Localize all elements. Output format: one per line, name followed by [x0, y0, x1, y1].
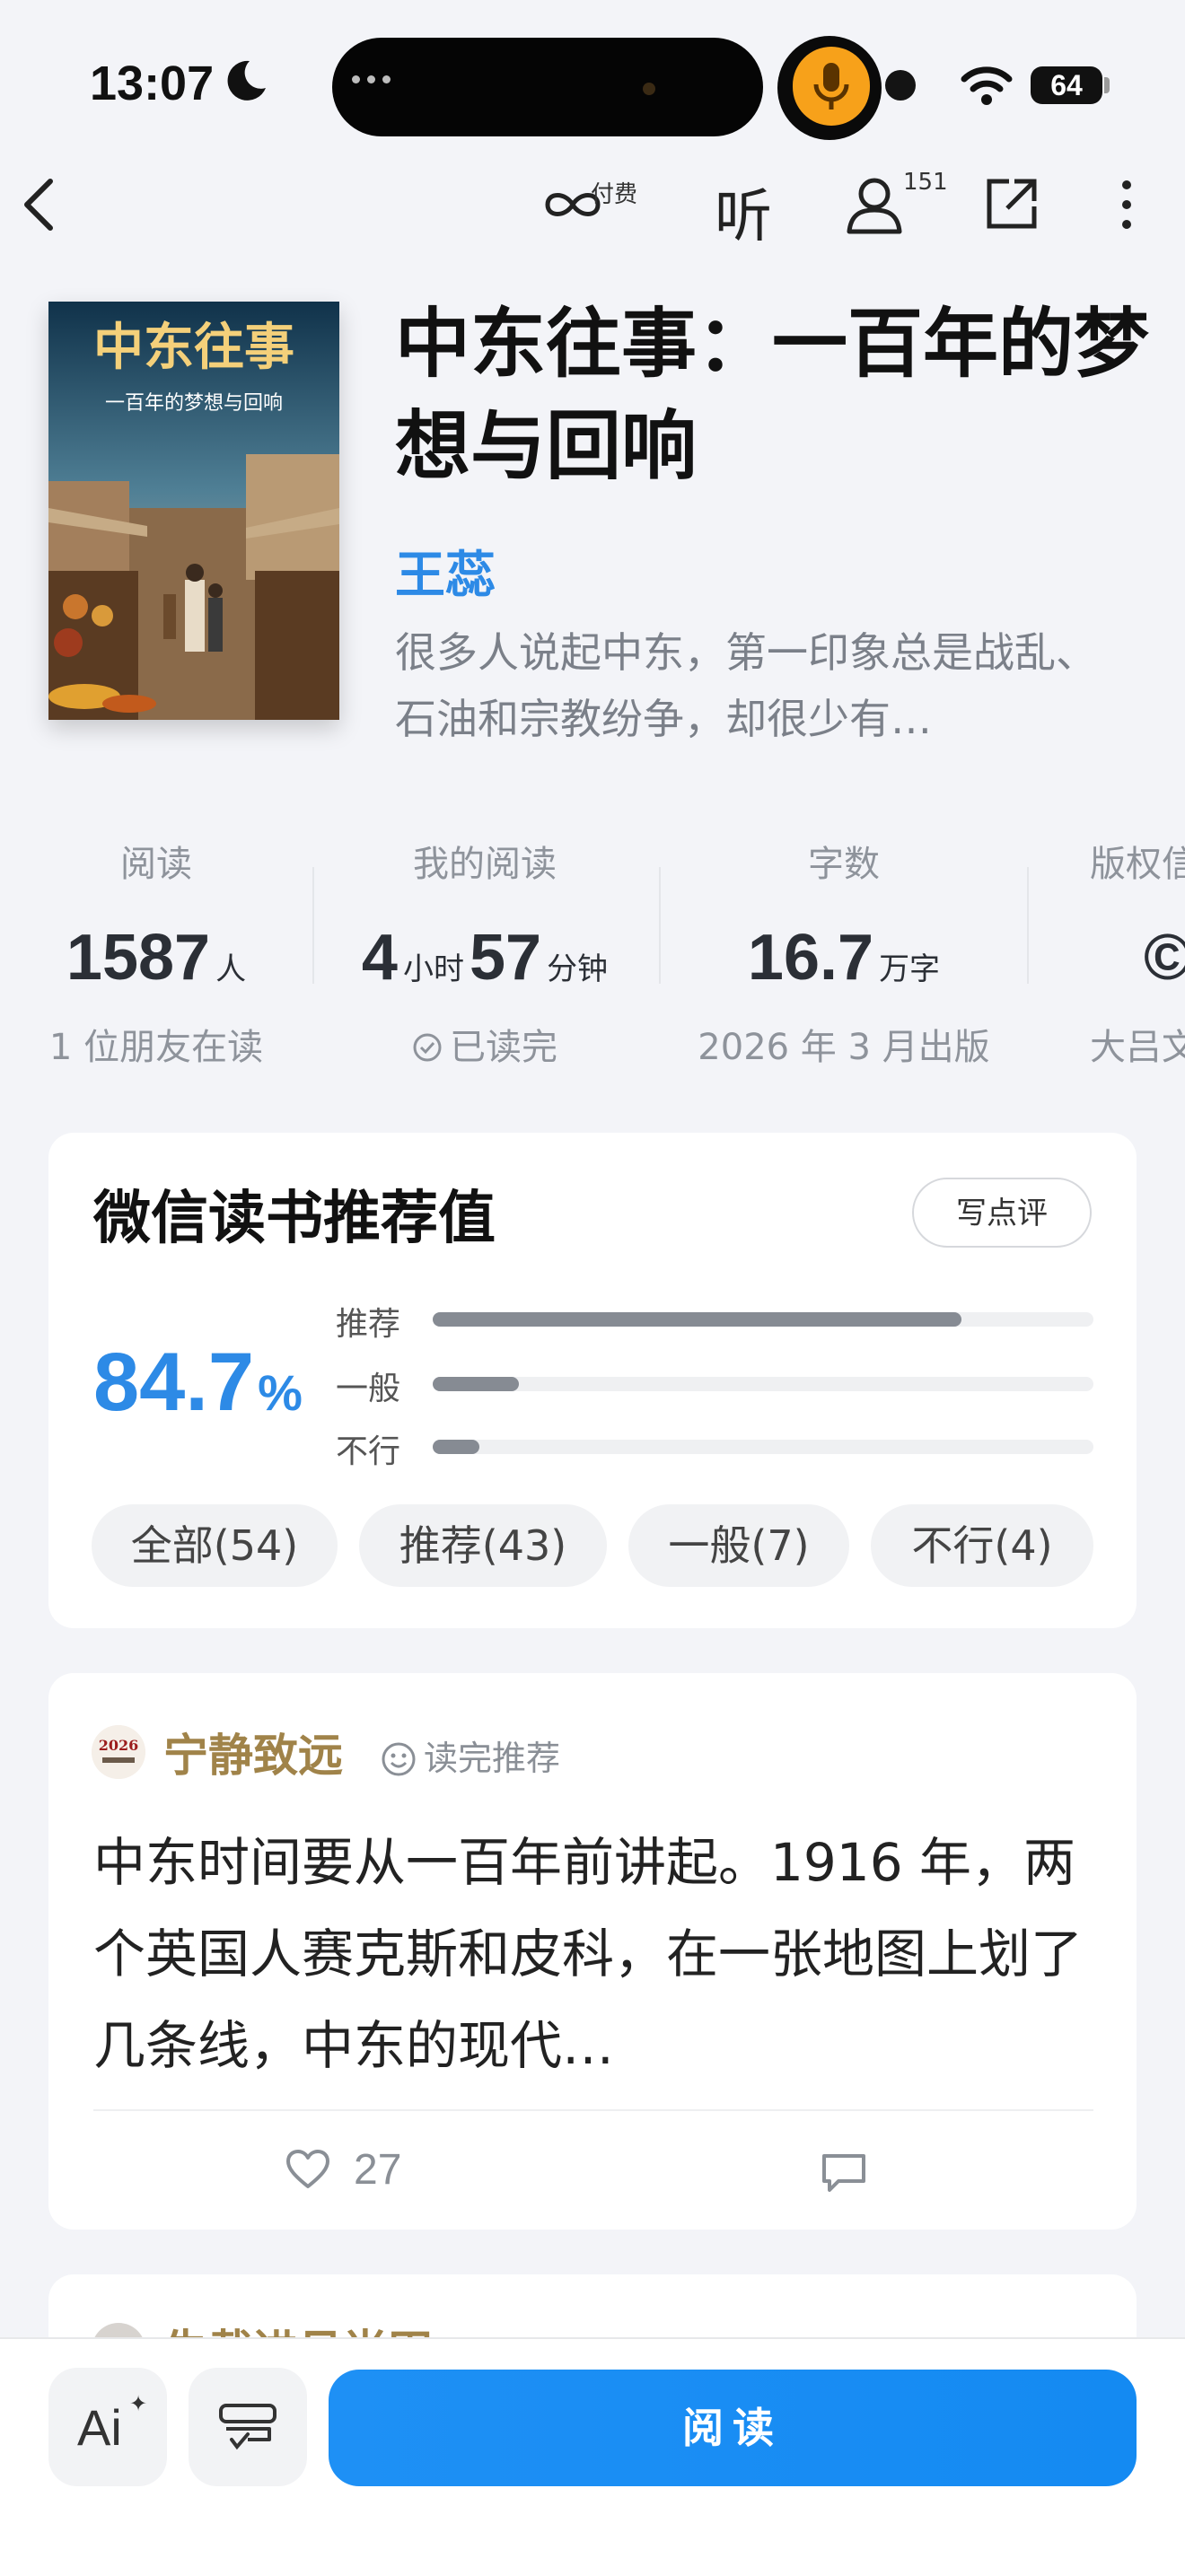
stat-my-reading[interactable]: 我的阅读 4 小时57 分钟 已读完 [341, 835, 628, 1070]
stat-value: 1587 [66, 922, 211, 994]
filter-all[interactable]: 全部(54) [92, 1504, 338, 1587]
status-time: 13:07 [90, 57, 215, 110]
cover-title: 中东往事 [93, 318, 294, 377]
stat-label: 阅读 [120, 844, 192, 885]
stat-sub: 已读完 [450, 1027, 557, 1068]
like-count: 27 [354, 2146, 402, 2194]
stat-unit-minutes: 分钟 [547, 951, 609, 987]
stat-word-count[interactable]: 字数 16.7 万字 2026 年 3 月出版 [691, 835, 996, 1070]
bar-fill [433, 1312, 961, 1327]
shelf-icon [219, 2404, 276, 2450]
bar-label-average: 一般 [336, 1371, 401, 1407]
stat-unit-hours: 小时 [402, 951, 464, 987]
reviewer-name[interactable]: 宁静致远 [163, 1720, 343, 1784]
filter-bad[interactable]: 不行(4) [871, 1504, 1093, 1587]
ai-label: Ai [77, 2399, 122, 2456]
book-title: 中东往事：一百年的梦想与回响 [395, 299, 1150, 490]
avatar-text: 2026 [99, 1737, 139, 1754]
paid-subscription-button[interactable]: 付费 [540, 176, 639, 233]
comment-icon[interactable] [821, 2152, 867, 2194]
back-arrow-icon[interactable] [18, 176, 63, 233]
stat-label: 版权信 [1090, 844, 1185, 885]
bar-fill [433, 1440, 479, 1454]
stat-divider [1027, 867, 1029, 984]
bar-fill [433, 1377, 519, 1391]
battery-tip [1104, 77, 1110, 93]
book-description[interactable]: 很多人说起中东，第一印象总是战乱、石油和宗教纷争，却很少有… [395, 619, 1113, 752]
stat-label: 我的阅读 [413, 844, 557, 885]
read-button[interactable]: 阅读 [329, 2370, 1137, 2486]
microphone-icon [793, 47, 870, 126]
stat-unit: 人 [215, 951, 247, 987]
bar-track-average [433, 1377, 1093, 1391]
recommend-percent-value: 84.7 [93, 1336, 255, 1428]
share-icon[interactable] [984, 176, 1040, 232]
more-icon[interactable] [1113, 176, 1140, 233]
write-review-button[interactable]: 写点评 [912, 1178, 1092, 1248]
battery-indicator: 64 [1031, 66, 1102, 104]
listen-button[interactable]: 听 [715, 171, 772, 253]
book-cover[interactable]: 中东往事 一百年的梦想与回响 [48, 302, 339, 720]
stat-sub: 1 位朋友在读 [48, 1027, 264, 1068]
sparkle-icon: ✦ [129, 2391, 148, 2416]
stat-hours: 4 [361, 922, 398, 994]
stat-sub: 大吕文 [1090, 1027, 1185, 1068]
wifi-icon [961, 66, 1013, 105]
stat-label: 字数 [808, 844, 880, 885]
bar-track-recommend [433, 1312, 1093, 1327]
stat-value: © [1144, 922, 1185, 994]
paid-label: 付费 [591, 181, 638, 208]
stat-copyright[interactable]: 版权信 © 大吕文 [1090, 835, 1185, 1070]
avatar[interactable]: 2026 [92, 1725, 145, 1779]
island-light [643, 83, 655, 95]
recommend-percent: 84.7% [93, 1336, 303, 1430]
moon-icon [227, 60, 266, 101]
author-link[interactable]: 王蕊 [395, 535, 496, 608]
stat-divider [312, 867, 314, 984]
review-tag-label: 读完推荐 [424, 1739, 561, 1778]
readers-button[interactable]: 151 [844, 169, 948, 237]
stat-readers[interactable]: 阅读 1587 人 1 位朋友在读 [48, 835, 264, 1070]
bar-label-bad: 不行 [336, 1433, 401, 1470]
heart-icon[interactable] [285, 2149, 330, 2190]
stat-divider [659, 867, 661, 984]
percent-sign: % [258, 1364, 303, 1421]
cover-subtitle: 一百年的梦想与回响 [105, 392, 283, 415]
ai-button[interactable]: Ai ✦ [48, 2368, 167, 2486]
review-text[interactable]: 中东时间要从一百年前讲起。1916 年，两个英国人赛克斯和皮科，在一张地图上划了… [93, 1817, 1099, 2091]
camera-dot [885, 70, 916, 101]
notes-button[interactable] [189, 2368, 307, 2486]
person-icon [847, 178, 902, 234]
review-divider [93, 2109, 1093, 2111]
stat-value: 16.7 [747, 922, 874, 994]
review-tag: 读完推荐 [381, 1730, 560, 1780]
stat-minutes: 57 [469, 922, 542, 994]
bar-label-recommend: 推荐 [336, 1306, 401, 1343]
smile-icon [382, 1742, 416, 1776]
filter-average[interactable]: 一般(7) [628, 1504, 849, 1587]
recommend-title: 微信读书推荐值 [93, 1186, 496, 1252]
readers-count: 151 [903, 169, 948, 196]
bar-track-bad [433, 1440, 1093, 1454]
stat-unit: 万字 [879, 951, 941, 987]
stat-sub: 2026 年 3 月出版 [698, 1027, 990, 1068]
check-circle-icon [413, 1033, 442, 1062]
island-dots-icon [352, 75, 406, 93]
filter-recommend[interactable]: 推荐(43) [359, 1504, 607, 1587]
